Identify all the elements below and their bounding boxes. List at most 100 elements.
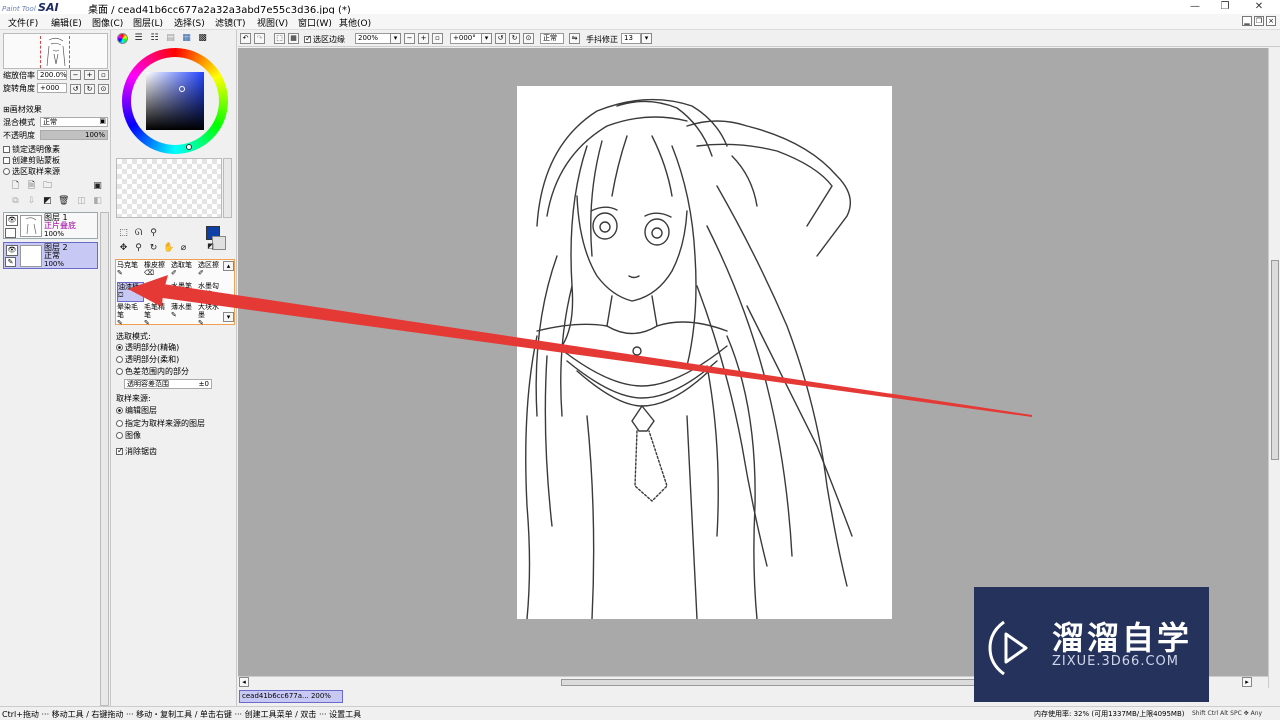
swatches-scrollbar[interactable]	[223, 158, 232, 218]
scratchpad-tab-icon[interactable]: ▩	[197, 33, 208, 44]
lock-transparency-checkbox[interactable]	[3, 146, 10, 153]
clear-layer-icon[interactable]: ◫	[76, 196, 87, 207]
antialias-row[interactable]: 消除锯齿	[116, 446, 157, 457]
menu-file[interactable]: 文件(F)	[8, 16, 38, 29]
zoom-in-toolbar-button[interactable]: +	[418, 33, 429, 44]
rotation-select[interactable]: +000°	[450, 33, 482, 44]
opacity-slider[interactable]: 100%	[40, 130, 108, 140]
fill-mode-radio[interactable]	[116, 368, 123, 375]
undo-button[interactable]: ↶	[240, 33, 251, 44]
blend-mode-select[interactable]: 正常 ▣	[40, 117, 108, 127]
antialias-checkbox[interactable]	[116, 446, 124, 455]
brush-ink-liner[interactable]: 水墨勾线笔 ✒	[198, 282, 225, 306]
menu-layer[interactable]: 图层(L)	[133, 16, 163, 29]
new-folder-icon[interactable]: 🗀	[42, 181, 53, 192]
new-layer-icon[interactable]: 🗋	[10, 181, 21, 192]
fill-mode-option-exact[interactable]: 透明部分(精确)	[116, 342, 179, 353]
selection-edge-toggle[interactable]: 选区边缘	[304, 34, 345, 45]
layer-menu-icon[interactable]: ▣	[92, 181, 103, 192]
horizontal-scroll-thumb[interactable]	[561, 679, 1021, 686]
rotate-ccw-toolbar-button[interactable]: ↺	[495, 33, 506, 44]
clipping-mask-checkbox[interactable]	[3, 157, 10, 164]
expand-icon[interactable]: ⊞	[3, 105, 10, 114]
swap-colors-icon[interactable]: ◩	[205, 241, 216, 252]
scroll-right-button[interactable]: ▸	[1242, 677, 1252, 687]
clipping-mask-row[interactable]: 创建剪贴蒙板	[3, 155, 60, 166]
zoom-in-button[interactable]: +	[84, 70, 95, 80]
brush-ink-pen[interactable]: 水墨笔 ✒	[171, 282, 198, 302]
brush-grid-scroll-down[interactable]: ▾	[223, 312, 234, 322]
deselect-button[interactable]: ⬚	[274, 33, 285, 44]
brush-grid-scroll-up[interactable]: ▴	[223, 261, 234, 271]
eye-icon[interactable]: 👁	[6, 245, 18, 256]
fill-mode-radio[interactable]	[116, 356, 123, 363]
zoom-dropdown-button[interactable]: ▾	[390, 33, 401, 44]
magic-wand-icon[interactable]: ⚲	[148, 228, 159, 239]
zoom-reset-button[interactable]: ▫	[98, 70, 109, 80]
saturation-value-square[interactable]	[146, 72, 204, 130]
copy-layer-icon[interactable]: ⧉	[10, 196, 21, 207]
eyedropper-icon[interactable]: ⌀	[178, 243, 189, 254]
brush-binary-pen[interactable]: 二值笔 ✒	[144, 282, 171, 302]
rgb-slider-tab-icon[interactable]: ☰	[133, 33, 144, 44]
new-linework-layer-icon[interactable]: 🗎	[26, 181, 37, 192]
scroll-left-button[interactable]: ◂	[239, 677, 249, 687]
fill-source-radio[interactable]	[116, 407, 123, 414]
rotate-input[interactable]: +000	[37, 83, 67, 93]
hsv-slider-tab-icon[interactable]: ☷	[149, 33, 160, 44]
selection-source-radio[interactable]	[3, 168, 10, 175]
zoom-input[interactable]: 200.0%	[37, 70, 67, 80]
rotate-reset-toolbar-button[interactable]: ⊙	[523, 33, 534, 44]
maximize-button[interactable]: ❐	[1210, 0, 1240, 14]
rotate-right-button[interactable]: ↻	[84, 84, 95, 94]
rotate-tool-icon[interactable]: ↻	[148, 243, 159, 254]
brush-block-ink[interactable]: 大块水墨 ✎	[198, 303, 225, 327]
fill-layer-icon[interactable]: ◧	[92, 196, 103, 207]
texture-row[interactable]: ⊞画材效果	[3, 104, 42, 115]
zoom-out-button[interactable]: −	[70, 70, 81, 80]
canvas-vertical-scrollbar[interactable]	[1268, 48, 1280, 688]
move-icon[interactable]: ✥	[118, 243, 129, 254]
fill-mode-option-color-range[interactable]: 色差范围内的部分	[116, 366, 189, 377]
mdi-minimize-button[interactable]: ▁	[1242, 16, 1252, 26]
mdi-close-button[interactable]: ×	[1266, 16, 1276, 26]
hue-picker-cursor[interactable]	[186, 144, 192, 150]
brush-fine[interactable]: 毛笔精笔 ✎	[144, 303, 171, 327]
brush-bucket[interactable]: 油漆桶 ⛋	[117, 282, 144, 302]
zoom-tool-icon[interactable]: ⚲	[133, 243, 144, 254]
color-wheel-tab-icon[interactable]	[117, 33, 128, 44]
fill-source-option-image[interactable]: 图像	[116, 430, 141, 441]
menu-select[interactable]: 选择(S)	[174, 16, 205, 29]
swatches-tab-icon[interactable]: ▦	[181, 33, 192, 44]
layer-lock-checkbox-1[interactable]	[5, 228, 16, 238]
layer-item-1[interactable]: 👁 图层 1 正片叠底 100%	[3, 212, 98, 239]
layer-mask-icon[interactable]: ◩	[42, 196, 53, 207]
brush-lock-icon[interactable]: ✎	[5, 257, 16, 267]
view-mode-select[interactable]: 正常	[540, 33, 564, 44]
zoom-fit-button[interactable]: ▫	[432, 33, 443, 44]
invert-selection-button[interactable]: ▦	[288, 33, 299, 44]
color-swatches[interactable]	[116, 158, 222, 218]
brush-blur[interactable]: 晕染毛笔 ✎	[117, 303, 144, 327]
rotate-reset-button[interactable]: ⊙	[98, 84, 109, 94]
zoom-out-toolbar-button[interactable]: −	[404, 33, 415, 44]
close-button[interactable]: ✕	[1244, 0, 1274, 14]
menu-image[interactable]: 图像(C)	[92, 16, 123, 29]
brush-eraser[interactable]: 橡皮擦 ⌫	[144, 261, 171, 281]
selection-edge-checkbox[interactable]	[304, 34, 312, 43]
layer-item-2[interactable]: 👁 图层 2 正常 100%	[3, 242, 98, 269]
fill-source-option-layer[interactable]: 编辑图层	[116, 405, 157, 416]
fill-source-radio[interactable]	[116, 420, 123, 427]
flip-view-button[interactable]: ⇋	[569, 33, 580, 44]
eye-icon[interactable]: 👁	[6, 215, 18, 226]
stabilizer-dropdown-button[interactable]: ▾	[641, 33, 652, 44]
rotate-cw-toolbar-button[interactable]: ↻	[509, 33, 520, 44]
rect-select-icon[interactable]: ⬚	[118, 228, 129, 239]
brush-select-pen[interactable]: 选取笔 ✐	[171, 261, 198, 281]
color-mix-tab-icon[interactable]: ▤	[165, 33, 176, 44]
menu-other[interactable]: 其他(O)	[339, 16, 371, 29]
vertical-scroll-thumb[interactable]	[1271, 260, 1279, 460]
fill-mode-option-soft[interactable]: 透明部分(柔和)	[116, 354, 179, 365]
selection-source-row[interactable]: 选区取样来源	[3, 166, 60, 177]
stabilizer-select[interactable]: 13	[621, 33, 641, 44]
